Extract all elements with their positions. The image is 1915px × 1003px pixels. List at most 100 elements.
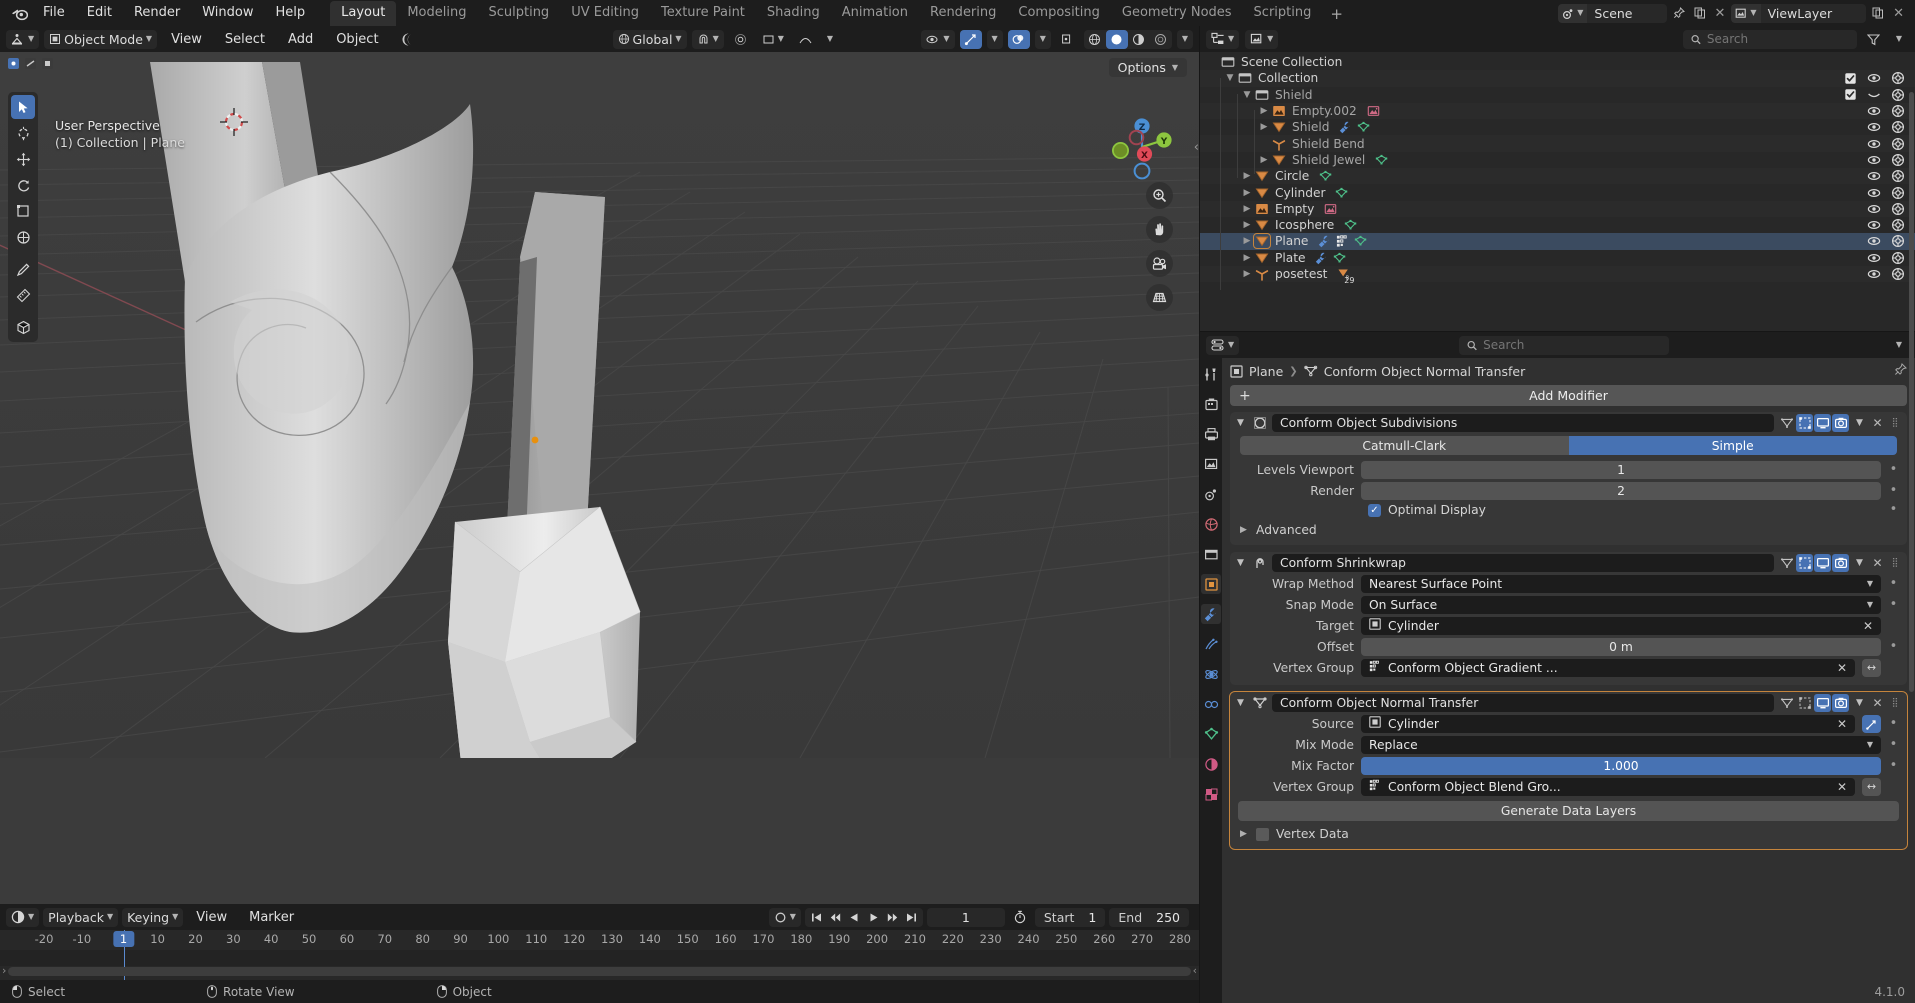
camera-render-icon[interactable] (1891, 104, 1905, 118)
timeline-scrollbar[interactable] (8, 967, 1191, 976)
outliner-row-plate[interactable]: ▶ Plate (1200, 250, 1915, 266)
timeline-ruler[interactable]: -20 -10 10 20 30 40 50 60 70 80 90 100 110 120 130 140 1… (0, 930, 1199, 950)
workspace-tab-shading[interactable]: Shading (756, 1, 831, 26)
tab-modifiers-icon[interactable] (1201, 604, 1221, 624)
properties-editor-type-button[interactable]: ▼ (1206, 335, 1240, 355)
subdivision-option-catmull-clark[interactable]: Catmull-Clark (1240, 436, 1569, 455)
shading-rendered-icon[interactable] (1150, 30, 1172, 49)
properties-search-input[interactable] (1483, 338, 1662, 352)
chevron-down-icon[interactable]: ▼ (1234, 558, 1247, 568)
viewport-options-button[interactable]: Options ▼ (1108, 58, 1187, 77)
menu-help[interactable]: Help (265, 2, 317, 24)
outliner-row-circle[interactable]: ▶ Circle (1200, 168, 1915, 185)
outliner-exclude-checkbox[interactable] (1844, 88, 1857, 101)
camera-render-icon[interactable] (1891, 71, 1905, 85)
offset-field[interactable]: 0 m (1361, 637, 1881, 656)
zoom-view-icon[interactable] (1146, 182, 1173, 209)
properties-content[interactable]: Plane ❯ Conform Object Normal Transfer +… (1222, 92, 1915, 1003)
tab-output-icon[interactable] (1201, 424, 1221, 444)
shading-solid-icon[interactable] (1105, 29, 1128, 49)
camera-render-icon[interactable] (1891, 186, 1905, 200)
outliner-row-shield[interactable]: ▶ Shield (1200, 119, 1915, 135)
jump-to-next-keyframe-icon[interactable] (883, 908, 902, 927)
outliner-row-label[interactable]: Shield (1270, 88, 1312, 102)
toggle-orthographic-icon[interactable] (1146, 284, 1173, 311)
camera-render-icon[interactable] (1891, 153, 1905, 167)
viewlayer-selector[interactable]: ▼ ViewLayer (1731, 3, 1867, 23)
menu-render[interactable]: Render (123, 2, 191, 24)
modifier-name-field[interactable]: Conform Object Normal Transfer (1272, 694, 1774, 712)
outliner-row-empty[interactable]: ▶ Empty (1200, 200, 1915, 217)
render-field[interactable]: 2 (1361, 481, 1881, 500)
eye-icon[interactable] (1867, 137, 1881, 151)
viewlayer-icon[interactable]: ▼ (1731, 3, 1761, 23)
chevron-right-icon[interactable]: ▶ (1240, 188, 1254, 198)
modifier-toggle-render[interactable] (1832, 414, 1849, 432)
scene-name[interactable]: Scene (1587, 4, 1666, 23)
tool-scale-icon[interactable] (11, 199, 35, 223)
camera-render-icon[interactable] (1891, 120, 1905, 134)
timeline-editor-type-button[interactable]: ▼ (6, 907, 40, 927)
chevron-right-icon[interactable]: ▶ (1240, 236, 1254, 246)
outliner-row-label[interactable]: Collection (1253, 71, 1318, 85)
new-viewlayer-icon[interactable] (1869, 4, 1887, 23)
workspace-tab-texture-paint[interactable]: Texture Paint (650, 1, 756, 26)
add-workspace-button[interactable]: + (1322, 2, 1351, 26)
timeline-collapse-icon[interactable]: ‹ (1193, 964, 1197, 977)
mesh-data-icon[interactable] (1354, 235, 1367, 248)
face-select-icon[interactable] (40, 56, 55, 71)
chevron-right-icon[interactable]: ▶ (1257, 155, 1271, 165)
mesh-data-icon[interactable] (1357, 121, 1370, 134)
outliner-search-input[interactable] (1706, 32, 1849, 46)
mesh-count-icon[interactable]: B 29 (1337, 268, 1354, 285)
timeline-body[interactable]: -20 -10 10 20 30 40 50 60 70 80 90 100 110 120 130 140 1… (0, 930, 1199, 980)
tab-scene-icon[interactable] (1201, 484, 1221, 504)
animate-property-icon[interactable]: • (1888, 640, 1899, 653)
subpanel-advanced[interactable]: ▶ Advanced (1238, 523, 1899, 537)
chevron-right-icon[interactable]: ▶ (1240, 253, 1254, 263)
current-frame-field[interactable]: 1 (926, 907, 1005, 927)
modifier-toggle-edit-mode-cage[interactable] (1778, 414, 1795, 432)
camera-render-icon[interactable] (1891, 218, 1905, 232)
animate-property-icon[interactable]: • (1888, 738, 1899, 751)
eye-icon[interactable] (1867, 71, 1881, 85)
jump-to-prev-keyframe-icon[interactable] (826, 908, 845, 927)
eye-icon[interactable] (1867, 186, 1881, 200)
pin-scene-icon[interactable] (1670, 4, 1688, 23)
object-mode-selector[interactable]: Object Mode ▼ (44, 29, 158, 49)
tool-transform-icon[interactable] (11, 225, 35, 249)
use-preview-range-icon[interactable] (1009, 908, 1031, 927)
tool-rotate-icon[interactable] (11, 173, 35, 197)
mesh-data-icon[interactable] (1333, 251, 1346, 264)
timeline-expand-icon[interactable]: › (2, 964, 6, 977)
tool-measure-icon[interactable] (11, 283, 35, 307)
modifier-name-field[interactable]: Conform Object Subdivisions (1272, 414, 1774, 432)
clear-vertex-group-icon[interactable]: ✕ (1837, 780, 1847, 794)
timeline-keying-menu[interactable]: Keying ▼ (122, 907, 184, 927)
chevron-down-icon[interactable]: ▼ (1234, 698, 1247, 708)
properties-search[interactable] (1459, 335, 1670, 355)
wrench-icon[interactable] (1315, 251, 1328, 264)
invert-vertex-group-icon[interactable]: ↔ (1862, 658, 1881, 677)
mesh-data-icon[interactable] (1335, 186, 1348, 199)
eye-icon[interactable] (1867, 202, 1881, 216)
menu-edit[interactable]: Edit (76, 2, 123, 24)
animate-property-icon[interactable]: • (1888, 577, 1899, 590)
outliner-display-mode[interactable]: ▼ (1245, 29, 1279, 49)
modifier-delete-button[interactable]: ✕ (1870, 416, 1885, 430)
eye-icon[interactable] (1867, 267, 1881, 281)
workspace-tab-compositing[interactable]: Compositing (1007, 1, 1111, 26)
clear-source-icon[interactable]: ✕ (1837, 717, 1847, 731)
timeline-track[interactable] (0, 950, 1199, 966)
outliner-row-collection[interactable]: ▼ Collection (1200, 70, 1915, 87)
outliner-row-label[interactable]: Shield Bend (1287, 137, 1365, 151)
camera-render-icon[interactable] (1891, 88, 1905, 102)
animate-property-icon[interactable]: • (1888, 717, 1899, 730)
eye-icon[interactable] (1867, 169, 1881, 183)
scene-selector[interactable]: ▼ Scene (1558, 3, 1667, 23)
tab-collection-icon[interactable] (1201, 544, 1221, 564)
outliner-row-label[interactable]: Empty.002 (1287, 104, 1357, 118)
chevron-right-icon[interactable]: ▶ (1257, 106, 1271, 116)
camera-render-icon[interactable] (1891, 137, 1905, 151)
tool-cursor-icon[interactable] (11, 121, 35, 145)
